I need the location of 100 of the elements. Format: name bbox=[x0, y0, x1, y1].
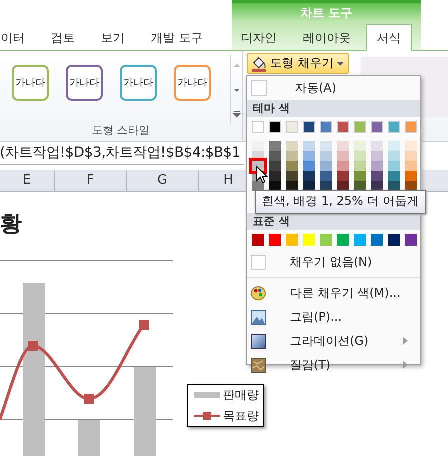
column-header[interactable]: E bbox=[0, 170, 55, 191]
color-swatch[interactable] bbox=[286, 181, 298, 191]
caret-icon bbox=[336, 62, 344, 66]
color-swatch[interactable] bbox=[252, 121, 264, 133]
color-swatch[interactable] bbox=[371, 121, 383, 133]
color-swatch bbox=[251, 80, 267, 96]
context-group-title: 차트 도구 bbox=[299, 5, 354, 22]
color-swatch[interactable] bbox=[405, 141, 417, 151]
color-swatch[interactable] bbox=[371, 234, 383, 246]
color-swatch[interactable] bbox=[269, 161, 281, 171]
color-swatch[interactable] bbox=[405, 181, 417, 191]
menu-item[interactable]: 자동(A) bbox=[247, 76, 420, 100]
color-swatch[interactable] bbox=[303, 121, 315, 133]
color-swatch[interactable] bbox=[371, 141, 383, 151]
menu-item[interactable]: 그림(P)... bbox=[247, 305, 420, 329]
color-swatch[interactable] bbox=[354, 121, 366, 133]
color-swatch[interactable] bbox=[286, 161, 298, 171]
color-swatch[interactable] bbox=[269, 171, 281, 181]
color-swatch[interactable] bbox=[286, 234, 298, 246]
color-swatch[interactable] bbox=[388, 161, 400, 171]
legend-label: 판매량 bbox=[223, 386, 259, 404]
color-swatch[interactable] bbox=[320, 151, 332, 161]
color-swatch[interactable] bbox=[337, 181, 349, 191]
texture-icon bbox=[251, 358, 266, 372]
color-swatch[interactable] bbox=[303, 161, 315, 171]
color-swatch[interactable] bbox=[354, 141, 366, 151]
color-swatch[interactable] bbox=[269, 151, 281, 161]
color-swatch[interactable] bbox=[303, 234, 315, 246]
color-swatch[interactable] bbox=[269, 141, 281, 151]
gallery-scrollbar[interactable] bbox=[230, 55, 243, 123]
color-swatch[interactable] bbox=[405, 171, 417, 181]
color-swatch[interactable] bbox=[371, 181, 383, 191]
color-swatch[interactable] bbox=[354, 181, 366, 191]
section-header: 테마 색 bbox=[247, 100, 420, 117]
picture-icon bbox=[251, 310, 266, 324]
shape-style-option[interactable]: 가나다 bbox=[66, 65, 103, 101]
color-swatch[interactable] bbox=[286, 141, 298, 151]
ribbon-tab[interactable]: 개발 도구 bbox=[140, 24, 214, 50]
shape-style-option[interactable]: 가나다 bbox=[174, 65, 211, 101]
color-swatch[interactable] bbox=[252, 161, 264, 171]
color-swatch[interactable] bbox=[320, 121, 332, 133]
color-swatch[interactable] bbox=[320, 141, 332, 151]
color-swatch[interactable] bbox=[303, 141, 315, 151]
shape-fill-button[interactable]: 도형 채우기 bbox=[247, 53, 349, 74]
menu-item[interactable]: 채우기 없음(N) bbox=[247, 250, 420, 274]
color-swatch[interactable] bbox=[303, 181, 315, 191]
color-swatch[interactable] bbox=[371, 161, 383, 171]
color-swatch[interactable] bbox=[252, 234, 264, 246]
column-header[interactable]: F bbox=[55, 170, 127, 191]
ribbon-tab[interactable]: 검토 bbox=[40, 24, 86, 50]
color-swatch[interactable] bbox=[388, 181, 400, 191]
ribbon-tab[interactable]: 이터 bbox=[0, 24, 36, 50]
color-swatch[interactable] bbox=[371, 171, 383, 181]
color-swatch[interactable] bbox=[252, 141, 264, 151]
color-swatch[interactable] bbox=[337, 121, 349, 133]
ribbon-tab[interactable]: 보기 bbox=[90, 24, 136, 50]
color-swatch[interactable] bbox=[337, 171, 349, 181]
color-swatch[interactable] bbox=[371, 151, 383, 161]
color-swatch[interactable] bbox=[388, 141, 400, 151]
color-swatch[interactable] bbox=[303, 151, 315, 161]
color-swatch[interactable] bbox=[320, 181, 332, 191]
color-swatch[interactable] bbox=[405, 151, 417, 161]
section-header: 표준 색 bbox=[247, 213, 420, 230]
ribbon-tab[interactable]: 디자인 bbox=[230, 24, 288, 50]
color-swatch[interactable] bbox=[269, 181, 281, 191]
color-swatch[interactable] bbox=[388, 151, 400, 161]
color-swatch[interactable] bbox=[269, 121, 281, 133]
column-header[interactable]: G bbox=[127, 170, 199, 191]
color-swatch[interactable] bbox=[405, 161, 417, 171]
color-swatch[interactable] bbox=[354, 234, 366, 246]
menu-item[interactable]: 다른 채우기 색(M)... bbox=[247, 281, 420, 305]
color-swatch[interactable] bbox=[269, 234, 281, 246]
color-swatch[interactable] bbox=[388, 171, 400, 181]
color-swatch[interactable] bbox=[320, 171, 332, 181]
color-swatch[interactable] bbox=[320, 234, 332, 246]
color-swatch[interactable] bbox=[354, 151, 366, 161]
color-swatch[interactable] bbox=[354, 171, 366, 181]
legend-line-icon bbox=[194, 412, 220, 420]
color-swatch[interactable] bbox=[405, 121, 417, 133]
color-swatch[interactable] bbox=[388, 234, 400, 246]
menu-item[interactable]: 질감(T) bbox=[247, 353, 420, 377]
color-swatch[interactable] bbox=[337, 151, 349, 161]
color-swatch[interactable] bbox=[286, 151, 298, 161]
ribbon-tab[interactable]: 서식 bbox=[366, 24, 412, 51]
color-swatch[interactable] bbox=[286, 121, 298, 133]
shape-style-option[interactable]: 가나다 bbox=[120, 65, 157, 101]
formula-text[interactable]: (차트작업!$D$3,차트작업!$B$4:$B$1 bbox=[0, 142, 244, 165]
color-swatch[interactable] bbox=[388, 121, 400, 133]
color-swatch[interactable] bbox=[303, 171, 315, 181]
color-swatch[interactable] bbox=[337, 161, 349, 171]
color-swatch[interactable] bbox=[405, 234, 417, 246]
ribbon-tab[interactable]: 레이아웃 bbox=[292, 24, 362, 50]
color-swatch[interactable] bbox=[337, 141, 349, 151]
color-swatch[interactable] bbox=[320, 161, 332, 171]
color-swatch[interactable] bbox=[337, 234, 349, 246]
legend-bar-icon bbox=[194, 392, 220, 398]
menu-item[interactable]: 그라데이션(G) bbox=[247, 329, 420, 353]
shape-style-option[interactable]: 가나다 bbox=[12, 65, 49, 101]
color-swatch[interactable] bbox=[354, 161, 366, 171]
color-swatch[interactable] bbox=[286, 171, 298, 181]
